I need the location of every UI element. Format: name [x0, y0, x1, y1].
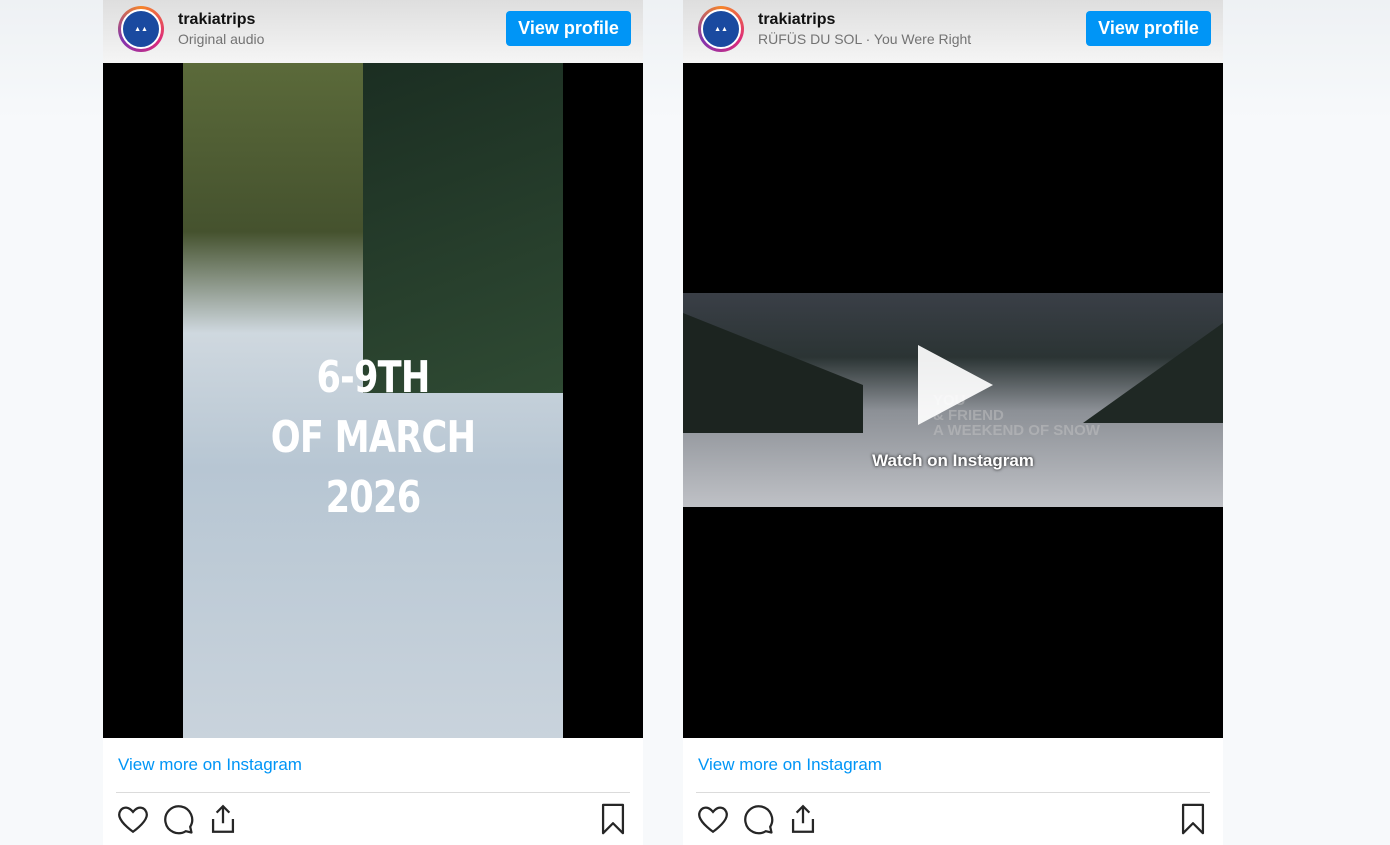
view-profile-button[interactable]: View profile — [506, 11, 631, 46]
overlay-line: 6-9TH — [316, 352, 430, 403]
bookmark-icon[interactable] — [1176, 802, 1210, 836]
avatar[interactable]: ▲▲ — [118, 6, 164, 52]
avatar-logo: ▲▲ — [121, 9, 161, 49]
share-icon[interactable] — [786, 802, 820, 836]
heart-icon[interactable] — [116, 802, 150, 836]
instagram-embed-post-1: ▲▲ trakiatrips Original audio View profi… — [103, 0, 643, 845]
video-frame: 6-9TH OF MARCH 2026 — [183, 63, 563, 738]
play-icon[interactable] — [918, 345, 993, 425]
heart-icon[interactable] — [696, 802, 730, 836]
video-overlay-title: 6-9TH OF MARCH 2026 — [221, 348, 525, 528]
view-profile-button[interactable]: View profile — [1086, 11, 1211, 46]
video-media[interactable]: YOU & FRIEND A WEEKEND OF SNOW Watch on … — [683, 63, 1223, 738]
username[interactable]: trakiatrips — [178, 11, 255, 29]
comment-icon[interactable] — [161, 802, 195, 836]
video-frame: YOU & FRIEND A WEEKEND OF SNOW Watch on … — [683, 293, 1223, 507]
watch-on-instagram-link[interactable]: Watch on Instagram — [683, 451, 1223, 471]
instagram-embed-post-2: ▲▲ trakiatrips RÜFÜS DU SOL · You Were R… — [683, 0, 1223, 845]
action-bar — [696, 802, 1210, 836]
comment-icon[interactable] — [741, 802, 775, 836]
post-header: ▲▲ trakiatrips RÜFÜS DU SOL · You Were R… — [683, 0, 1223, 63]
view-more-link[interactable]: View more on Instagram — [698, 755, 882, 775]
post-header: ▲▲ trakiatrips Original audio View profi… — [103, 0, 643, 63]
view-more-link[interactable]: View more on Instagram — [118, 755, 302, 775]
username[interactable]: trakiatrips — [758, 11, 835, 29]
bookmark-icon[interactable] — [596, 802, 630, 836]
overlay-line: OF MARCH 2026 — [270, 412, 476, 523]
avatar[interactable]: ▲▲ — [698, 6, 744, 52]
action-bar — [116, 802, 630, 836]
divider — [116, 792, 630, 793]
avatar-logo: ▲▲ — [701, 9, 741, 49]
video-media[interactable]: 6-9TH OF MARCH 2026 — [103, 63, 643, 738]
audio-label[interactable]: Original audio — [178, 31, 264, 47]
divider — [696, 792, 1210, 793]
share-icon[interactable] — [206, 802, 240, 836]
audio-label[interactable]: RÜFÜS DU SOL · You Were Right — [758, 31, 971, 47]
overlay-line: A WEEKEND OF SNOW — [933, 422, 1100, 439]
